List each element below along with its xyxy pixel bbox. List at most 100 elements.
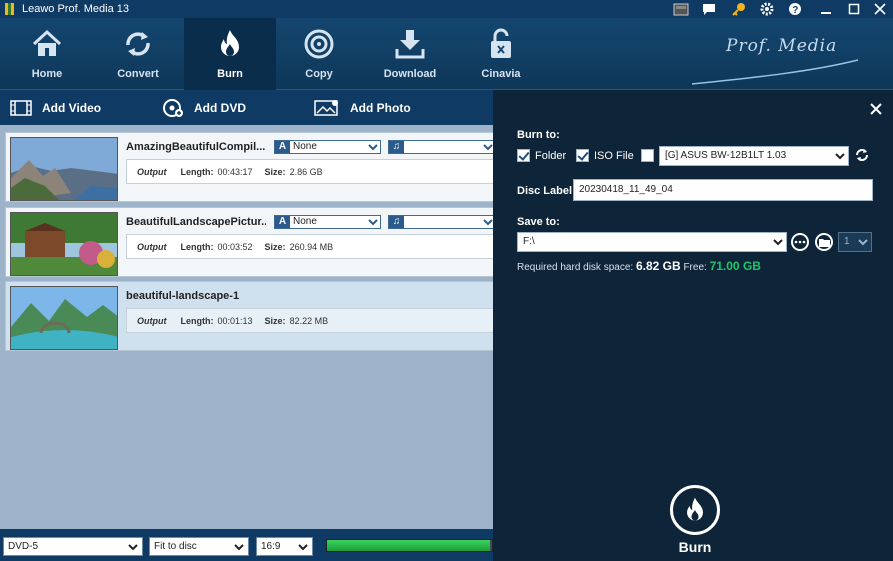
- add-dvd-button[interactable]: Add DVD: [162, 90, 246, 125]
- disc-usage-progress: [326, 539, 493, 552]
- video-title: AmazingBeautifulCompil...: [126, 141, 266, 153]
- key-icon[interactable]: [728, 0, 750, 18]
- chat-icon[interactable]: [698, 0, 720, 18]
- subtitle-select[interactable]: A None: [274, 140, 381, 154]
- save-to-label: Save to:: [517, 216, 560, 228]
- add-dvd-icon: [163, 98, 183, 117]
- burn-icon: [221, 30, 239, 56]
- burn-flame-icon: [687, 497, 703, 521]
- video-length: 00:03:52: [217, 241, 253, 252]
- add-photo-button[interactable]: Add Photo: [314, 90, 411, 125]
- subtitle-select[interactable]: A None: [274, 215, 381, 229]
- folder-checkbox[interactable]: [517, 149, 530, 162]
- progress-fill: [327, 540, 491, 551]
- tab-home[interactable]: Home: [1, 18, 93, 90]
- chevron-down-icon: [128, 544, 138, 551]
- video-list: AmazingBeautifulCompil... A None ♫ Outpu…: [0, 125, 496, 529]
- refresh-icon[interactable]: [854, 147, 870, 163]
- settings-gear-icon[interactable]: [756, 0, 778, 18]
- convert-icon: [126, 32, 150, 56]
- video-size: 260.94 MB: [289, 241, 334, 252]
- window-title: Leawo Prof. Media 13: [22, 3, 130, 15]
- folder-icon: [818, 238, 830, 247]
- drive-select[interactable]: [G] ASUS BW-12B1LT 1.03: [659, 146, 849, 166]
- tab-cinavia[interactable]: Cinavia: [455, 18, 547, 90]
- video-thumbnail: [10, 286, 118, 350]
- maximize-icon[interactable]: [843, 0, 865, 18]
- folder-label: Folder: [535, 150, 567, 162]
- audio-music-icon: ♫: [389, 141, 404, 153]
- tab-convert[interactable]: Convert: [92, 18, 184, 90]
- video-title: beautiful-landscape-1: [126, 290, 240, 302]
- video-item[interactable]: AmazingBeautifulCompil... A None ♫ Outpu…: [5, 132, 496, 202]
- app-logo-icon: [5, 3, 14, 15]
- chevron-down-icon: [483, 144, 493, 151]
- minimize-icon[interactable]: [815, 0, 837, 18]
- chevron-down-icon: [368, 144, 378, 151]
- video-size: 2.86 GB: [289, 166, 323, 177]
- video-info: Output Length: 00:03:52 Size: 260.94 MB: [126, 234, 496, 259]
- tab-download[interactable]: Download: [364, 18, 456, 90]
- video-length: 00:01:13: [217, 315, 253, 326]
- burn-to-label: Burn to:: [517, 129, 560, 141]
- hardware-icon[interactable]: [670, 0, 692, 18]
- subtitle-icon: A: [275, 216, 290, 228]
- disc-label-label: Disc Label:: [517, 185, 576, 197]
- chevron-down-icon: [858, 239, 868, 246]
- video-info: Output Length: 00:01:13 Size: 82.22 MB: [126, 308, 496, 333]
- browse-more-button[interactable]: [791, 233, 809, 251]
- free-space: 71.00 GB: [709, 259, 761, 273]
- audio-select[interactable]: ♫: [388, 140, 496, 154]
- burn-settings-panel: Burn to: Folder ISO File [G] ASUS BW-12B…: [493, 90, 893, 561]
- required-space: 6.82 GB: [635, 259, 681, 273]
- drive-checkbox[interactable]: [641, 149, 654, 162]
- main-toolbar: Home Convert Burn Copy Download Cinavia …: [0, 18, 893, 90]
- iso-file-label: ISO File: [594, 150, 634, 162]
- fit-mode-select[interactable]: Fit to disc: [149, 537, 249, 556]
- close-panel-icon[interactable]: [869, 102, 883, 116]
- burn-button-label[interactable]: Burn: [663, 539, 727, 555]
- close-window-icon[interactable]: [869, 0, 891, 18]
- brand-swoosh: [691, 59, 859, 85]
- status-bar: DVD-5 Fit to disc 16:9: [0, 529, 493, 561]
- chevron-down-icon: [368, 219, 378, 226]
- tab-copy[interactable]: Copy: [273, 18, 365, 90]
- video-thumbnail: [10, 212, 118, 276]
- video-thumbnail: [10, 137, 118, 201]
- copy-icon: [304, 29, 334, 59]
- more-dots-icon: [794, 240, 806, 244]
- chevron-down-icon: [835, 153, 845, 160]
- disk-space-info: Required hard disk space: 6.82 GB Free: …: [517, 259, 761, 273]
- add-video-icon: [10, 99, 32, 116]
- video-length: 00:43:17: [217, 166, 253, 177]
- copies-select[interactable]: 1: [838, 232, 872, 252]
- video-title: BeautifulLandscapePictur...: [126, 216, 266, 228]
- home-icon: [32, 29, 62, 56]
- burn-button[interactable]: [670, 485, 720, 535]
- subtitle-icon: A: [275, 141, 290, 153]
- title-bar: Leawo Prof. Media 13 ?: [0, 0, 893, 18]
- cinavia-icon: [491, 28, 511, 58]
- brand-logo: Prof. Media: [726, 36, 838, 56]
- aspect-ratio-select[interactable]: 16:9: [256, 537, 313, 556]
- tab-burn[interactable]: Burn: [184, 18, 276, 90]
- disc-type-select[interactable]: DVD-5: [3, 537, 143, 556]
- chevron-down-icon: [234, 544, 244, 551]
- video-size: 82.22 MB: [289, 315, 329, 326]
- video-info: Output Length: 00:43:17 Size: 2.86 GB: [126, 159, 496, 184]
- download-icon: [395, 30, 425, 59]
- video-item-selected[interactable]: beautiful-landscape-1 Output Length: 00:0…: [5, 281, 496, 351]
- add-video-button[interactable]: Add Video: [10, 90, 101, 125]
- iso-file-checkbox[interactable]: [576, 149, 589, 162]
- audio-select[interactable]: ♫: [388, 215, 496, 229]
- disc-label-input[interactable]: 20230418_11_49_04: [573, 179, 873, 201]
- audio-music-icon: ♫: [389, 216, 404, 228]
- open-folder-button[interactable]: [815, 233, 833, 251]
- help-icon[interactable]: ?: [784, 0, 806, 18]
- chevron-down-icon: [298, 544, 308, 551]
- video-item[interactable]: BeautifulLandscapePictur... A None ♫ Out…: [5, 207, 496, 277]
- chevron-down-icon: [483, 219, 493, 226]
- save-to-select[interactable]: F:\: [517, 232, 787, 252]
- add-photo-icon: [314, 99, 338, 116]
- chevron-down-icon: [773, 239, 783, 246]
